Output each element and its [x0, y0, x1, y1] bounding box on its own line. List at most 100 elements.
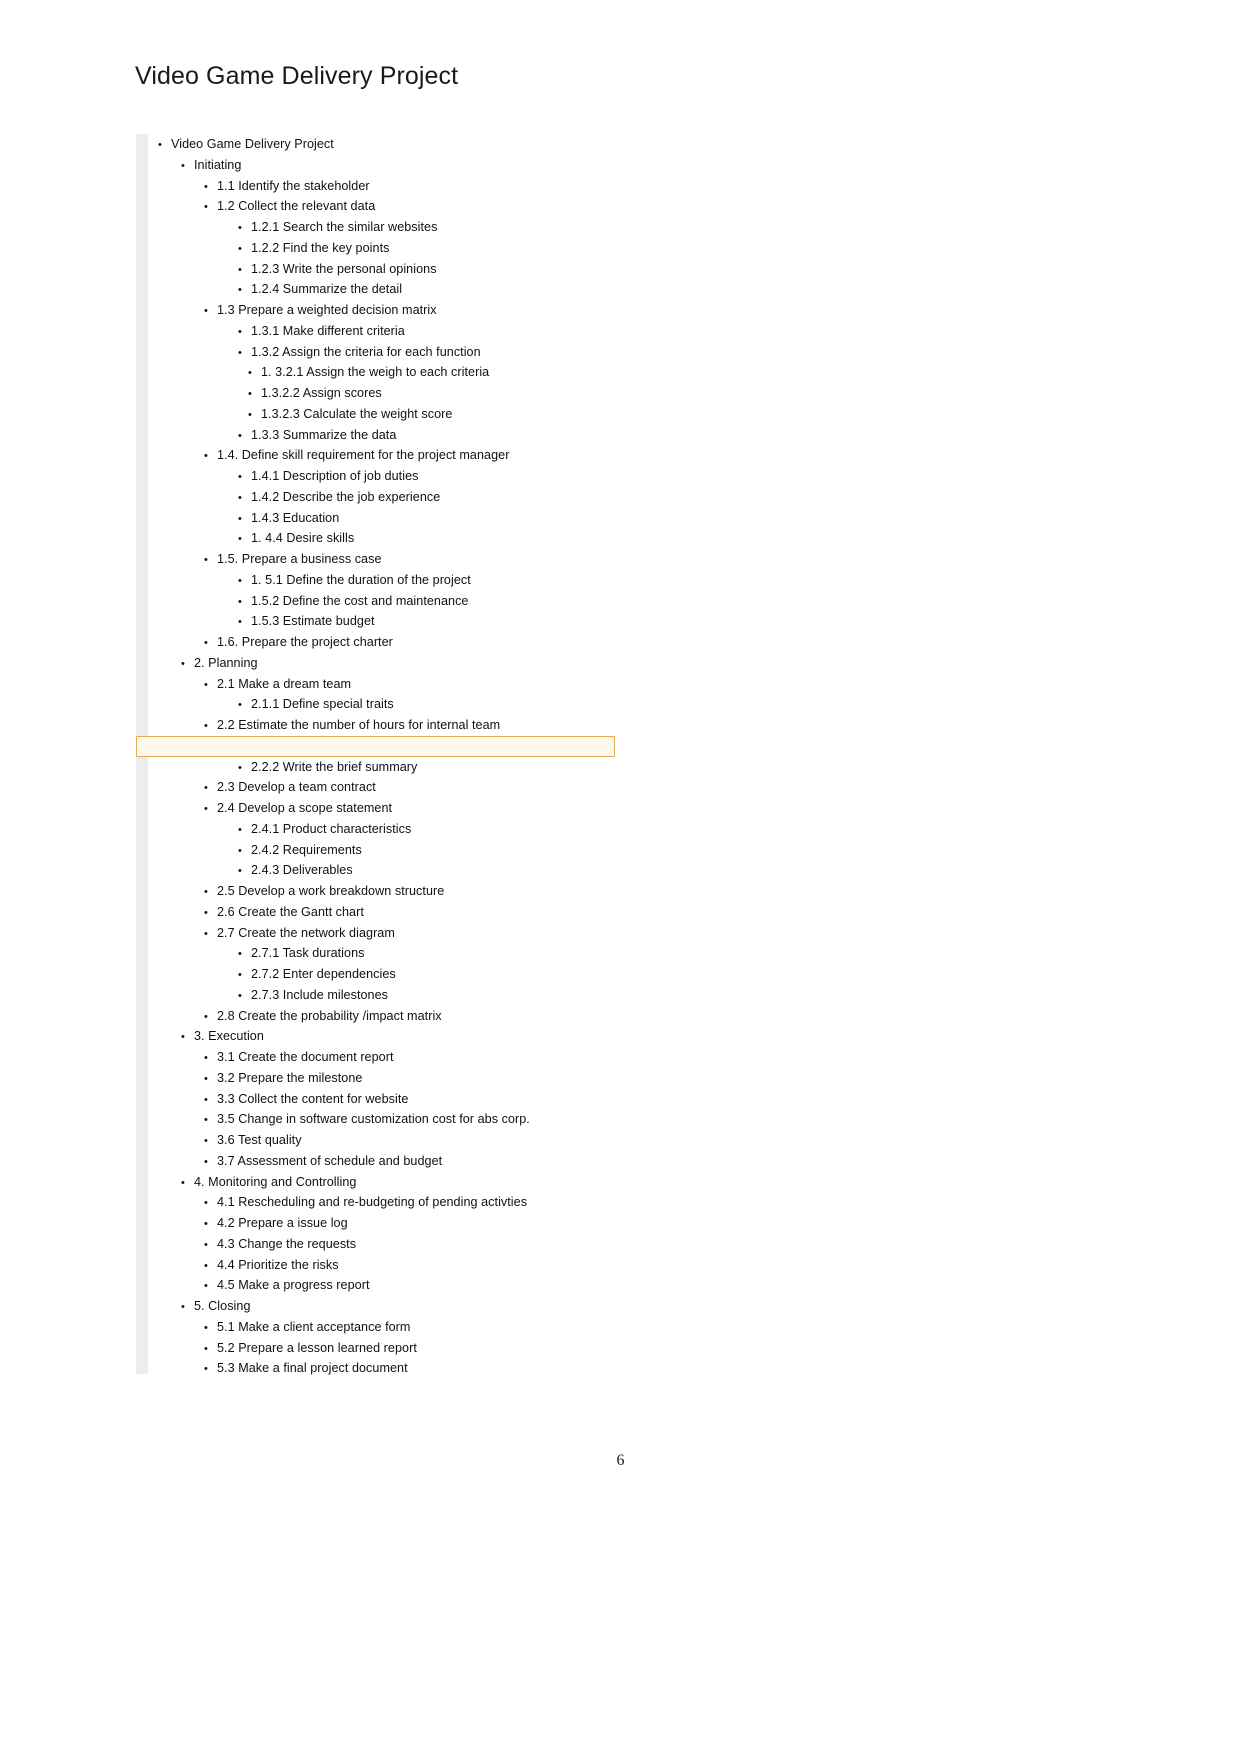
- bullet-icon: •: [238, 989, 242, 1002]
- outline-item-label: 1.3.2 Assign the criteria for each funct…: [251, 344, 481, 359]
- outline-item[interactable]: • 1.4.1 Description of job duties: [148, 466, 1048, 487]
- bullet-icon: •: [158, 139, 162, 151]
- bullet-icon: •: [181, 159, 185, 172]
- outline-item[interactable]: • 2.7 Create the network diagram: [148, 923, 1048, 944]
- outline-item[interactable]: • 2.6 Create the Gantt chart: [148, 902, 1048, 923]
- outline-item[interactable]: • 1.3.2.2 Assign scores: [148, 383, 1048, 404]
- outline-item-label: 2.4.1 Product characteristics: [251, 821, 412, 836]
- bullet-icon: •: [238, 865, 242, 878]
- outline-item[interactable]: • 5. Closing: [148, 1296, 1048, 1317]
- outline-item[interactable]: • 1.3.1 Make different criteria: [148, 321, 1048, 342]
- outline-item-label: 1.1 Identify the stakeholder: [217, 178, 370, 193]
- outline-item[interactable]: • 4.3 Change the requests: [148, 1234, 1048, 1255]
- outline-item[interactable]: • 1.2 Collect the relevant data: [148, 196, 1048, 217]
- outline-item[interactable]: • 2.4.2 Requirements: [148, 840, 1048, 861]
- outline-item[interactable]: • 1.3 Prepare a weighted decision matrix: [148, 300, 1048, 321]
- outline-item[interactable]: • 2.5 Develop a work breakdown structure: [148, 881, 1048, 902]
- outline-item-label: 2.7.3 Include milestones: [251, 987, 389, 1002]
- outline-item[interactable]: • 2.1.1 Define special traits: [148, 694, 1048, 715]
- outline-item[interactable]: • 2.7.3 Include milestones: [148, 985, 1048, 1006]
- outline-item-label: 1.3 Prepare a weighted decision matrix: [217, 303, 437, 317]
- outline-item[interactable]: • 3.5 Change in software customization co…: [148, 1109, 1048, 1130]
- outline-item-label: 3.1 Create the document report: [217, 1050, 394, 1064]
- outline-item[interactable]: • 1.4.2 Describe the job experience: [148, 487, 1048, 508]
- outline-item[interactable]: • 1.5.2 Define the cost and maintenance: [148, 591, 1048, 612]
- outline-item[interactable]: • 1.3.2 Assign the criteria for each func…: [148, 342, 1048, 363]
- outline-item-label: 5. Closing: [194, 1299, 251, 1313]
- outline-item[interactable]: • 1.3.2.3 Calculate the weight score: [148, 404, 1048, 425]
- bullet-icon: •: [204, 803, 208, 815]
- outline-item[interactable]: • 1.5.3 Estimate budget: [148, 611, 1048, 632]
- outline-item-label: Initiating: [194, 157, 242, 172]
- outline-item[interactable]: • 1.2.3 Write the personal opinions: [148, 259, 1048, 280]
- outline-item[interactable]: • 3. Execution: [148, 1026, 1048, 1047]
- outline-item[interactable]: • 1. 3.2.1 Assign the weigh to each crite…: [148, 362, 1048, 383]
- outline-item[interactable]: • 2.7.1 Task durations: [148, 943, 1048, 964]
- outline-item[interactable]: • 1.2.1 Search the similar websites: [148, 217, 1048, 238]
- bullet-icon: •: [238, 969, 242, 981]
- outline-item-label: 3. Execution: [194, 1029, 264, 1044]
- outline-item[interactable]: • 2.7.2 Enter dependencies: [148, 964, 1048, 985]
- outline-item[interactable]: • 2.1 Make a dream team: [148, 674, 1048, 695]
- outline-item[interactable]: • 1.6. Prepare the project charter: [148, 632, 1048, 653]
- outline-item[interactable]: • 5.1 Make a client acceptance form: [148, 1317, 1048, 1338]
- outline-item[interactable]: • 1.4.3 Education: [148, 508, 1048, 529]
- outline-item[interactable]: • 4.4 Prioritize the risks: [148, 1255, 1048, 1276]
- outline-item[interactable]: • 2.4 Develop a scope statement: [148, 798, 1048, 819]
- outline-item[interactable]: • 2.4.1 Product characteristics: [148, 819, 1048, 840]
- outline-item[interactable]: • Video Game Delivery Project: [148, 134, 1048, 155]
- outline-item[interactable]: • 1.5. Prepare a business case: [148, 549, 1048, 570]
- outline-item-label: 1.3.3 Summarize the data: [251, 427, 397, 442]
- bullet-icon: •: [204, 1363, 208, 1376]
- outline-item-label: 4.5 Make a progress report: [217, 1278, 370, 1293]
- outline-item[interactable]: • 4.1 Rescheduling and re-budgeting of pe…: [148, 1192, 1048, 1213]
- outline-item[interactable]: • 3.3 Collect the content for website: [148, 1089, 1048, 1110]
- outline-item[interactable]: • 2.3 Develop a team contract: [148, 777, 1048, 798]
- outline-item-label: 3.5 Change in software customization cos…: [217, 1112, 530, 1127]
- outline-item[interactable]: • 3.7 Assessment of schedule and budget: [148, 1151, 1048, 1172]
- outline-item[interactable]: • Initiating: [148, 155, 1048, 176]
- outline-item[interactable]: • 3.6 Test quality: [148, 1130, 1048, 1151]
- bullet-icon: •: [181, 1031, 185, 1044]
- bullet-icon: •: [204, 927, 208, 940]
- outline-item[interactable]: • 2.2 Estimate the number of hours for in…: [148, 715, 1048, 736]
- outline-item[interactable]: • 1.3.3 Summarize the data: [148, 425, 1048, 446]
- outline-item[interactable]: • 5.2 Prepare a lesson learned report: [148, 1338, 1048, 1359]
- outline-item[interactable]: • 1. 4.4 Desire skills: [148, 528, 1048, 549]
- outline-item-label: 4. Monitoring and Controlling: [194, 1174, 357, 1189]
- outline-item-label: 1.2 Collect the relevant data: [217, 199, 376, 214]
- outline-item[interactable]: • 5.3 Make a final project document: [148, 1358, 1048, 1379]
- bullet-icon: •: [204, 782, 208, 795]
- outline-item-label: 1.2.2 Find the key points: [251, 240, 390, 255]
- outline-item[interactable]: • 2. Planning: [148, 653, 1048, 674]
- outline-item-selected[interactable]: • 2.2.1 Prepare the spreadsheet: [136, 735, 1048, 757]
- outline-item[interactable]: • 4.5 Make a progress report: [148, 1275, 1048, 1296]
- outline-item-label: 2.2.1 Prepare the spreadsheet: [251, 738, 423, 753]
- outline-item-label: 1.2.4 Summarize the detail: [251, 282, 403, 297]
- outline-item[interactable]: • 1.2.4 Summarize the detail: [148, 279, 1048, 300]
- outline-item[interactable]: • 1. 5.1 Define the duration of the proje…: [148, 570, 1048, 591]
- outline-item[interactable]: • 1.1 Identify the stakeholder: [148, 176, 1048, 197]
- outline-item-label: 3.6 Test quality: [217, 1133, 302, 1147]
- outline-item[interactable]: • 4.2 Prepare a issue log: [148, 1213, 1048, 1234]
- bullet-icon: •: [204, 305, 208, 317]
- outline-item-label: 3.7 Assessment of schedule and budget: [217, 1153, 443, 1168]
- outline-item[interactable]: • 3.1 Create the document report: [148, 1047, 1048, 1068]
- bullet-icon: •: [181, 1301, 185, 1313]
- outline-item-label: 1.4.1 Description of job duties: [251, 469, 419, 483]
- outline-item[interactable]: • 2.4.3 Deliverables: [148, 860, 1048, 881]
- outline-item[interactable]: • 3.2 Prepare the milestone: [148, 1068, 1048, 1089]
- outline-item[interactable]: • 1.2.2 Find the key points: [148, 238, 1048, 259]
- outline-item[interactable]: • 4. Monitoring and Controlling: [148, 1172, 1048, 1193]
- outline-item[interactable]: • 2.2.2 Write the brief summary: [148, 757, 1048, 778]
- outline-item[interactable]: • 2.8 Create the probability /impact matr…: [148, 1006, 1048, 1027]
- bullet-icon: •: [238, 491, 242, 504]
- outline-item-label: 2.2 Estimate the number of hours for int…: [217, 718, 501, 732]
- outline-item-label: 2.7 Create the network diagram: [217, 925, 395, 940]
- bullet-icon: •: [204, 1280, 208, 1293]
- bullet-icon: •: [204, 1135, 208, 1147]
- page-title: Video Game Delivery Project: [135, 62, 459, 90]
- outline-item[interactable]: • 1.4. Define skill requirement for the p…: [148, 445, 1048, 466]
- outline-item-label: 3.2 Prepare the milestone: [217, 1070, 363, 1085]
- bullet-icon: •: [204, 450, 208, 463]
